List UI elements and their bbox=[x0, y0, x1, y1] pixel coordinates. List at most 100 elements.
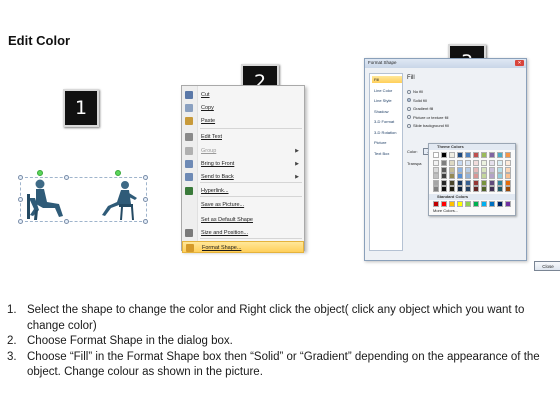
theme-tint-swatch[interactable] bbox=[441, 160, 447, 166]
category-3-d-format[interactable]: 3-D Format bbox=[372, 118, 402, 125]
theme-tint-swatch[interactable] bbox=[473, 179, 479, 186]
theme-tint-swatch[interactable] bbox=[433, 179, 439, 186]
theme-color-swatch[interactable] bbox=[473, 152, 479, 158]
theme-tint-swatch[interactable] bbox=[433, 160, 439, 166]
theme-tint-swatch[interactable] bbox=[457, 166, 463, 173]
category-line-style[interactable]: Line Style bbox=[372, 97, 402, 104]
fill-option-radio[interactable]: Slide background fill bbox=[407, 123, 449, 129]
standard-color-swatch[interactable] bbox=[473, 201, 479, 207]
theme-tint-swatch[interactable] bbox=[481, 179, 487, 186]
theme-tint-swatch[interactable] bbox=[433, 173, 439, 179]
theme-tint-swatch[interactable] bbox=[489, 186, 495, 192]
theme-tint-swatch[interactable] bbox=[433, 186, 439, 192]
category-picture[interactable]: Picture bbox=[372, 139, 402, 146]
theme-tint-swatch[interactable] bbox=[449, 166, 455, 173]
theme-tint-swatch[interactable] bbox=[441, 179, 447, 186]
theme-color-swatch[interactable] bbox=[505, 152, 511, 158]
menu-item-format-shape[interactable]: Format Shape... bbox=[182, 241, 304, 253]
menu-item-save-as-picture[interactable]: Save as Picture... bbox=[182, 199, 304, 211]
more-colors-link[interactable]: More Colors... bbox=[433, 208, 458, 213]
theme-tint-swatch[interactable] bbox=[497, 173, 503, 179]
theme-tint-swatch[interactable] bbox=[449, 179, 455, 186]
theme-tint-swatch[interactable] bbox=[473, 173, 479, 179]
theme-tint-swatch[interactable] bbox=[497, 166, 503, 173]
standard-color-swatch[interactable] bbox=[489, 201, 495, 207]
standard-color-swatch[interactable] bbox=[433, 201, 439, 207]
standard-color-swatch[interactable] bbox=[481, 201, 487, 207]
standard-color-swatch[interactable] bbox=[497, 201, 503, 207]
theme-tint-swatch[interactable] bbox=[473, 160, 479, 166]
theme-tint-swatch[interactable] bbox=[449, 186, 455, 192]
theme-tint-swatch[interactable] bbox=[457, 173, 463, 179]
theme-tint-swatch[interactable] bbox=[449, 173, 455, 179]
menu-item-paste[interactable]: Paste bbox=[182, 115, 304, 127]
theme-tint-swatch[interactable] bbox=[489, 173, 495, 179]
theme-color-swatch[interactable] bbox=[465, 152, 471, 158]
theme-color-swatch[interactable] bbox=[449, 152, 455, 158]
theme-tint-swatch[interactable] bbox=[465, 179, 471, 186]
theme-tint-swatch[interactable] bbox=[457, 179, 463, 186]
standard-color-swatch[interactable] bbox=[449, 201, 455, 207]
standard-color-swatch[interactable] bbox=[465, 201, 471, 207]
theme-tint-swatch[interactable] bbox=[489, 166, 495, 173]
theme-tint-swatch[interactable] bbox=[505, 160, 511, 166]
theme-tint-swatch[interactable] bbox=[497, 179, 503, 186]
theme-color-swatch[interactable] bbox=[441, 152, 447, 158]
theme-color-swatch[interactable] bbox=[481, 152, 487, 158]
theme-tint-swatch[interactable] bbox=[505, 173, 511, 179]
menu-item-cut[interactable]: Cut bbox=[182, 89, 304, 101]
theme-tint-swatch[interactable] bbox=[465, 186, 471, 192]
resize-handle[interactable] bbox=[143, 175, 148, 180]
theme-tint-swatch[interactable] bbox=[441, 186, 447, 192]
theme-tint-swatch[interactable] bbox=[473, 186, 479, 192]
theme-color-swatch[interactable] bbox=[489, 152, 495, 158]
close-icon[interactable]: ✕ bbox=[515, 60, 524, 66]
category-line-color[interactable]: Line Color bbox=[372, 87, 402, 94]
theme-color-swatch[interactable] bbox=[497, 152, 503, 158]
theme-tint-swatch[interactable] bbox=[505, 166, 511, 173]
theme-tint-swatch[interactable] bbox=[457, 186, 463, 192]
theme-tint-swatch[interactable] bbox=[441, 173, 447, 179]
theme-tint-swatch[interactable] bbox=[465, 173, 471, 179]
theme-tint-swatch[interactable] bbox=[505, 179, 511, 186]
theme-tint-swatch[interactable] bbox=[465, 160, 471, 166]
theme-tint-swatch[interactable] bbox=[481, 173, 487, 179]
seated-woman-shape[interactable] bbox=[97, 178, 141, 222]
theme-color-swatch[interactable] bbox=[457, 152, 463, 158]
resize-handle[interactable] bbox=[143, 197, 148, 202]
theme-tint-swatch[interactable] bbox=[489, 179, 495, 186]
theme-tint-swatch[interactable] bbox=[441, 166, 447, 173]
theme-tint-swatch[interactable] bbox=[481, 186, 487, 192]
menu-item-group[interactable]: Group ▶ bbox=[182, 145, 304, 157]
theme-tint-swatch[interactable] bbox=[497, 160, 503, 166]
fill-option-radio[interactable]: No fill bbox=[407, 89, 423, 95]
menu-item-send-to-back[interactable]: Send to Back ▶ bbox=[182, 171, 304, 183]
resize-handle[interactable] bbox=[143, 219, 148, 224]
menu-item-set-as-default-shape[interactable]: Set as Default Shape bbox=[182, 214, 304, 226]
category-text-box[interactable]: Text Box bbox=[372, 150, 402, 157]
category-fill[interactable]: Fill bbox=[372, 76, 402, 83]
fill-option-radio[interactable]: Gradient fill bbox=[407, 106, 433, 112]
fill-option-radio[interactable]: Picture or texture fill bbox=[407, 115, 448, 121]
theme-tint-swatch[interactable] bbox=[465, 166, 471, 173]
standard-color-swatch[interactable] bbox=[441, 201, 447, 207]
theme-tint-swatch[interactable] bbox=[489, 160, 495, 166]
standard-color-swatch[interactable] bbox=[457, 201, 463, 207]
theme-tint-swatch[interactable] bbox=[433, 166, 439, 173]
theme-tint-swatch[interactable] bbox=[481, 160, 487, 166]
theme-tint-swatch[interactable] bbox=[449, 160, 455, 166]
theme-tint-swatch[interactable] bbox=[457, 160, 463, 166]
theme-tint-swatch[interactable] bbox=[505, 186, 511, 192]
seated-man-shape[interactable] bbox=[21, 176, 67, 222]
category-shadow[interactable]: Shadow bbox=[372, 108, 402, 115]
category-3-d-rotation[interactable]: 3-D Rotation bbox=[372, 129, 402, 136]
menu-item-copy[interactable]: Copy bbox=[182, 102, 304, 114]
menu-item-bring-to-front[interactable]: Bring to Front ▶ bbox=[182, 158, 304, 170]
close-button[interactable]: Close bbox=[534, 261, 560, 271]
theme-tint-swatch[interactable] bbox=[473, 166, 479, 173]
rotation-handle[interactable] bbox=[115, 170, 121, 176]
theme-tint-swatch[interactable] bbox=[497, 186, 503, 192]
standard-color-swatch[interactable] bbox=[505, 201, 511, 207]
menu-item-hyperlink[interactable]: Hyperlink... bbox=[182, 185, 304, 197]
menu-item-edit-text[interactable]: Edit Text bbox=[182, 131, 304, 143]
